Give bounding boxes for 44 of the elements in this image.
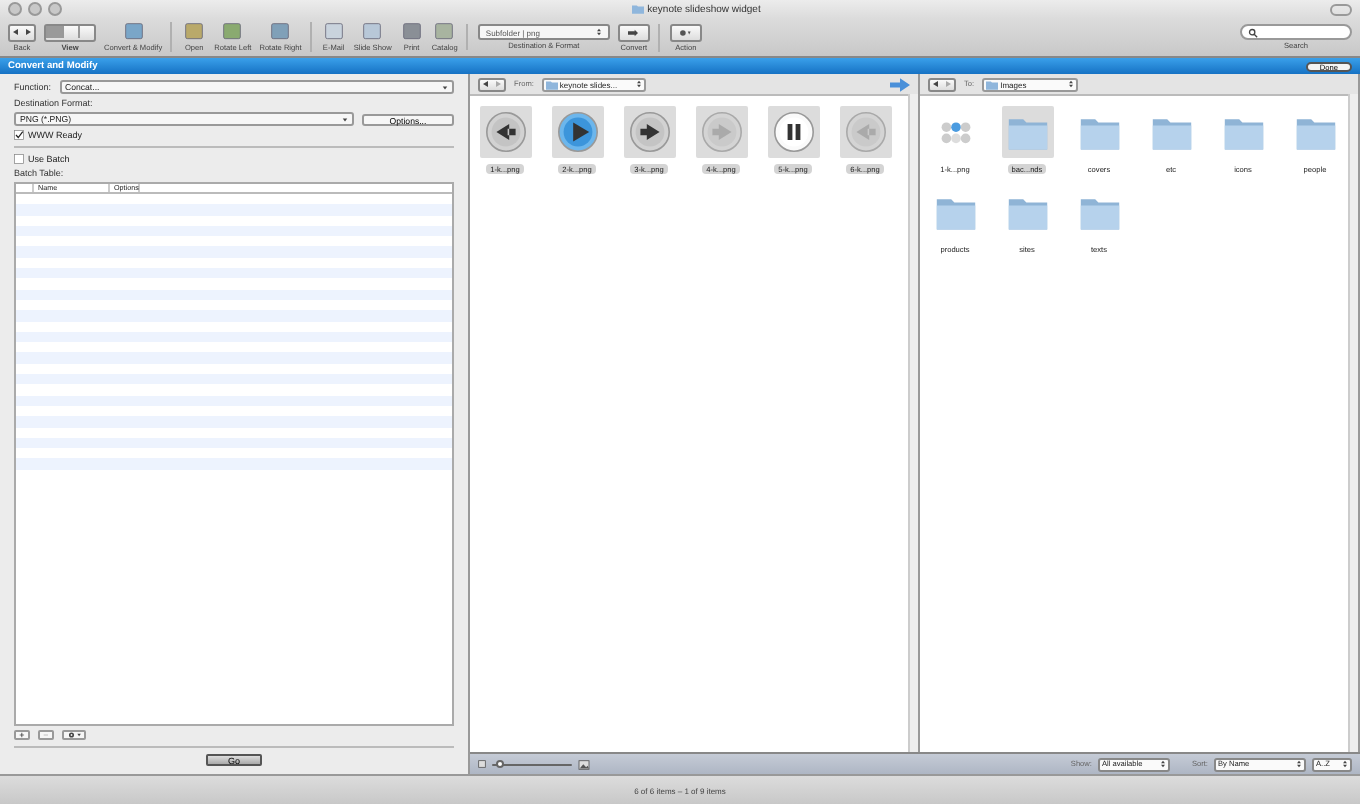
updown-icon <box>1159 760 1166 768</box>
back-forward-buttons[interactable] <box>928 77 956 91</box>
folder-icon <box>986 79 999 89</box>
checkbox-box[interactable] <box>14 130 24 140</box>
zoom-slider[interactable] <box>496 760 504 768</box>
back-icon[interactable] <box>932 80 940 88</box>
tool-icon <box>360 22 385 42</box>
back-forward-buttons[interactable] <box>8 23 36 41</box>
tool-icon <box>321 22 346 42</box>
updown-icon <box>635 80 642 88</box>
tool-icon <box>182 22 207 42</box>
gear-icon <box>678 27 693 37</box>
tool-icon <box>220 22 245 42</box>
updown-icon <box>1342 760 1348 768</box>
arrow-icon <box>626 27 641 37</box>
search-field[interactable] <box>1240 24 1352 40</box>
back-icon[interactable] <box>12 28 20 36</box>
minimize-button[interactable] <box>28 2 42 16</box>
large-image-icon <box>578 759 590 769</box>
forward-icon[interactable] <box>24 28 32 36</box>
arrow-right-icon[interactable] <box>890 77 910 91</box>
scroll-bar[interactable] <box>908 94 918 752</box>
folder-icon <box>545 79 558 89</box>
action-button[interactable] <box>669 23 702 41</box>
tool-icon <box>399 22 424 42</box>
tool-icon <box>121 22 146 42</box>
back-icon[interactable] <box>482 80 490 88</box>
checkbox-box[interactable] <box>14 154 24 164</box>
folder-icon <box>631 4 644 14</box>
scroll-bar[interactable] <box>1348 94 1358 752</box>
updown-icon <box>1068 80 1075 88</box>
convert-button[interactable] <box>617 23 650 41</box>
updown-icon <box>1296 760 1302 768</box>
zoom-button[interactable] <box>48 2 62 16</box>
close-button[interactable] <box>8 2 22 16</box>
tool-icon <box>268 22 293 42</box>
back-forward-buttons[interactable] <box>478 77 506 91</box>
toolbar-toggle-button[interactable] <box>1330 3 1352 15</box>
search-icon <box>1246 27 1260 37</box>
gear-menu-button[interactable] <box>62 730 86 740</box>
tool-icon <box>432 22 457 42</box>
updown-icon <box>595 28 602 36</box>
small-image-icon <box>478 760 486 768</box>
gear-icon <box>67 730 81 740</box>
